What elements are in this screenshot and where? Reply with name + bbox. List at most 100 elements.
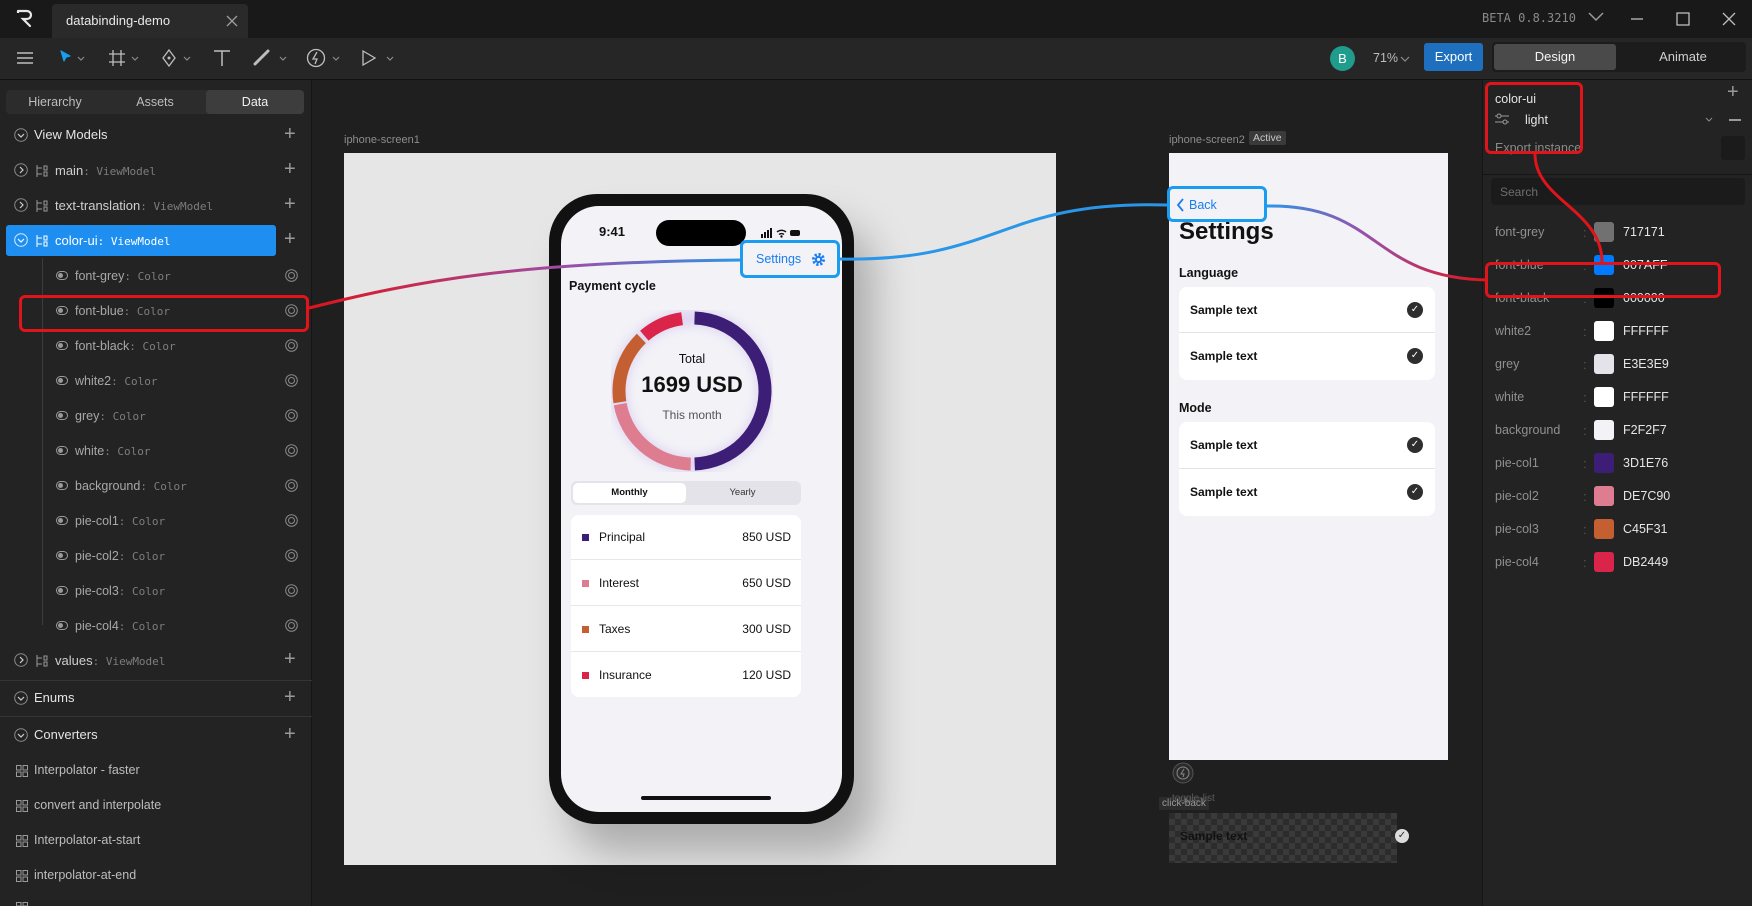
bone-tool-icon[interactable] <box>252 48 288 68</box>
close-tab-icon[interactable] <box>226 15 238 27</box>
pen-tool-icon[interactable] <box>160 48 192 68</box>
property-row[interactable]: pie-col2: Color <box>0 538 312 573</box>
color-swatch[interactable] <box>1594 486 1614 506</box>
tab-data[interactable]: Data <box>206 90 304 114</box>
add-converter-icon[interactable]: + <box>284 724 296 744</box>
expand-circle-icon[interactable] <box>14 198 28 212</box>
color-hex[interactable]: DE7C90 <box>1623 489 1670 503</box>
property-row[interactable]: grey: Color <box>0 398 312 433</box>
mode-option[interactable]: Sample text ✓ <box>1179 470 1435 516</box>
color-swatch[interactable] <box>1594 519 1614 539</box>
select-tool-icon[interactable] <box>58 49 86 67</box>
animate-mode-button[interactable]: Animate <box>1622 44 1744 70</box>
toggle-monthly[interactable]: Monthly <box>573 483 686 503</box>
color-row[interactable]: grey : E3E3E9 <box>1483 348 1752 381</box>
converter-item[interactable]: Interpolator - faster <box>0 754 312 789</box>
color-hex[interactable]: C45F31 <box>1623 522 1667 536</box>
zoom-level[interactable]: 71% <box>1373 51 1398 65</box>
vm-row-main[interactable]: main: ViewModel + <box>0 153 312 188</box>
color-hex[interactable]: E3E3E9 <box>1623 357 1669 371</box>
color-row[interactable]: white : FFFFFF <box>1483 381 1752 414</box>
color-swatch[interactable] <box>1594 354 1614 374</box>
mode-option[interactable]: Sample text ✓ <box>1179 422 1435 469</box>
vm-row-values[interactable]: values: ViewModel + <box>0 643 312 678</box>
color-row[interactable]: pie-col1 : 3D1E76 <box>1483 447 1752 480</box>
bind-target-icon[interactable] <box>285 584 298 597</box>
property-row[interactable]: pie-col4: Color <box>0 608 312 643</box>
expand-circle-icon[interactable] <box>14 163 28 177</box>
vm-row-text-translation[interactable]: text-translation: ViewModel + <box>0 188 312 223</box>
view-models-header[interactable]: View Models + <box>0 118 312 153</box>
color-row[interactable]: white2 : FFFFFF <box>1483 315 1752 348</box>
tab-hierarchy[interactable]: Hierarchy <box>6 90 104 114</box>
add-property-icon[interactable]: + <box>284 649 296 669</box>
color-row[interactable]: background : F2F2F7 <box>1483 414 1752 447</box>
play-icon[interactable] <box>360 48 396 68</box>
add-enum-icon[interactable]: + <box>284 687 296 707</box>
color-swatch[interactable] <box>1594 420 1614 440</box>
color-swatch[interactable] <box>1594 387 1614 407</box>
property-row[interactable]: font-black: Color <box>0 328 312 363</box>
bind-target-icon[interactable] <box>285 444 298 457</box>
remove-instance-icon[interactable] <box>1729 119 1741 121</box>
color-row[interactable]: pie-col3 : C45F31 <box>1483 513 1752 546</box>
add-view-model-icon[interactable]: + <box>284 124 296 144</box>
zoom-chevron-icon[interactable] <box>1400 56 1410 62</box>
color-hex[interactable]: FFFFFF <box>1623 390 1669 404</box>
search-input[interactable]: Search <box>1491 178 1745 205</box>
bind-target-icon[interactable] <box>285 269 298 282</box>
add-property-icon[interactable]: + <box>284 229 296 249</box>
bind-target-icon[interactable] <box>285 409 298 422</box>
bind-target-icon[interactable] <box>285 374 298 387</box>
collapse-circle-icon[interactable] <box>14 233 28 247</box>
canvas[interactable]: iphone-screen1 9:41 Payment cycle Total … <box>313 80 1482 906</box>
export-instance-checkbox[interactable] <box>1721 136 1745 160</box>
converter-item[interactable]: Interpolator-at-start <box>0 824 312 859</box>
property-row[interactable]: background: Color <box>0 468 312 503</box>
document-tab[interactable]: databinding-demo <box>52 4 248 38</box>
chevron-down-icon[interactable] <box>1588 12 1604 22</box>
color-row[interactable]: font-grey : 717171 <box>1483 216 1752 249</box>
color-hex[interactable]: F2F2F7 <box>1623 423 1667 437</box>
design-mode-button[interactable]: Design <box>1494 44 1616 70</box>
bind-target-icon[interactable] <box>285 549 298 562</box>
property-row[interactable]: font-grey: Color <box>0 258 312 293</box>
color-hex[interactable]: DB2449 <box>1623 555 1668 569</box>
app-logo-icon[interactable] <box>16 8 34 28</box>
language-option[interactable]: Sample text ✓ <box>1179 334 1435 380</box>
add-property-icon[interactable]: + <box>284 194 296 214</box>
color-swatch[interactable] <box>1594 552 1614 572</box>
expand-circle-icon[interactable] <box>14 653 28 667</box>
collapse-circle-icon[interactable] <box>14 691 28 705</box>
frame-tool-icon[interactable] <box>108 49 140 67</box>
collapse-circle-icon[interactable] <box>14 128 28 142</box>
export-button[interactable]: Export <box>1424 43 1483 71</box>
bind-target-icon[interactable] <box>285 619 298 632</box>
color-row[interactable]: pie-col2 : DE7C90 <box>1483 480 1752 513</box>
vm-row-color-ui[interactable]: color-ui: ViewModel + <box>0 223 312 258</box>
collapse-circle-icon[interactable] <box>14 728 28 742</box>
tab-assets[interactable]: Assets <box>106 90 204 114</box>
avatar[interactable]: B <box>1330 46 1355 71</box>
close-window-icon[interactable] <box>1722 12 1736 26</box>
artboard-iphone-screen2[interactable]: Settings Language Sample text ✓ Sample t… <box>1169 153 1448 760</box>
property-row[interactable]: white2: Color <box>0 363 312 398</box>
color-row[interactable]: pie-col4 : DB2449 <box>1483 546 1752 579</box>
toggle-list-component[interactable]: Sample text ✓ <box>1169 813 1409 863</box>
bind-target-icon[interactable] <box>285 514 298 527</box>
instance-chevron-icon[interactable] <box>1705 117 1713 122</box>
enums-header[interactable]: Enums + <box>0 681 312 716</box>
property-row[interactable]: pie-col1: Color <box>0 503 312 538</box>
bind-target-icon[interactable] <box>285 479 298 492</box>
add-property-icon[interactable]: + <box>284 159 296 179</box>
color-hex[interactable]: 717171 <box>1623 225 1665 239</box>
bind-target-icon[interactable] <box>285 339 298 352</box>
toggle-yearly[interactable]: Yearly <box>686 483 799 503</box>
minimize-icon[interactable] <box>1630 12 1644 26</box>
color-swatch[interactable] <box>1594 321 1614 341</box>
text-tool-icon[interactable] <box>212 48 232 68</box>
event-icon[interactable] <box>1172 762 1194 784</box>
add-instance-icon[interactable]: + <box>1727 82 1739 102</box>
color-swatch[interactable] <box>1594 222 1614 242</box>
artboard-label-screen1[interactable]: iphone-screen1 <box>344 134 420 146</box>
